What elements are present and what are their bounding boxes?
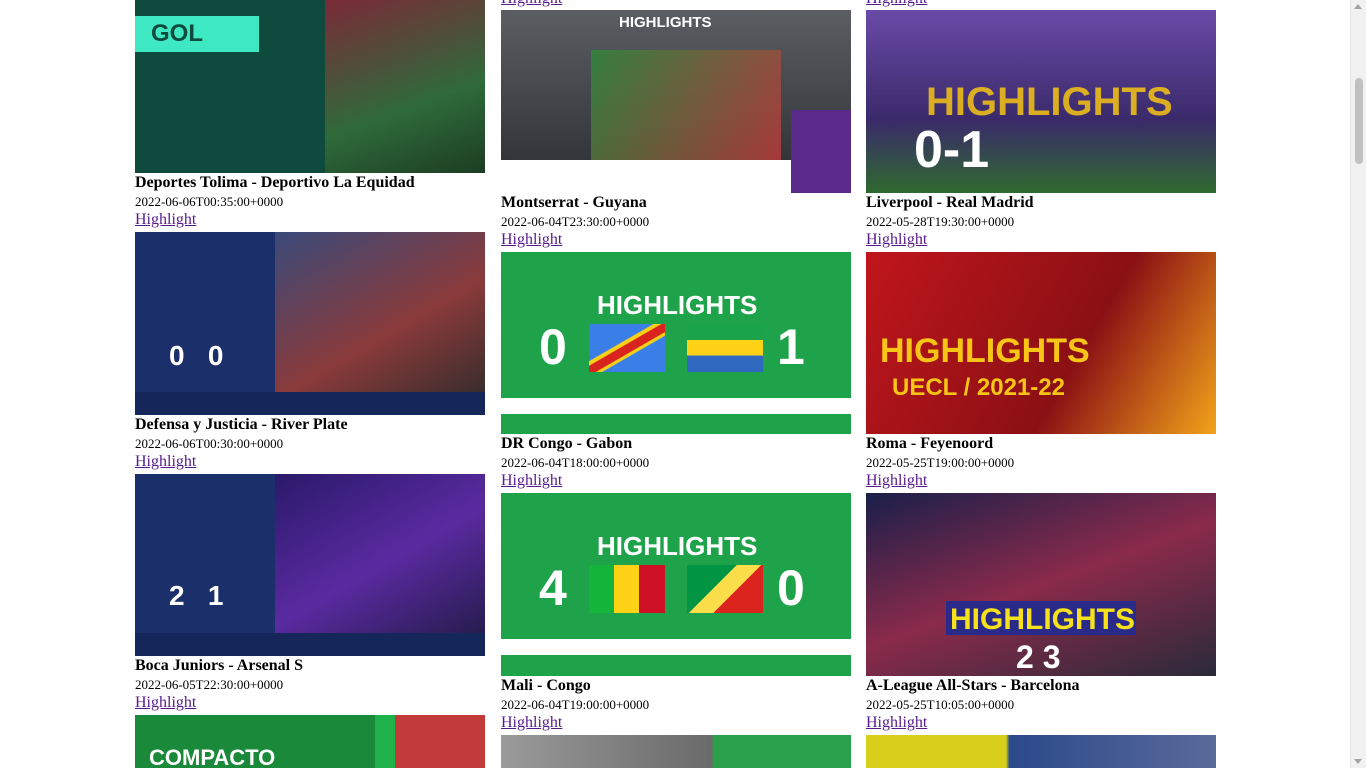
match-card: COMPACTO — [135, 715, 485, 768]
match-date: 2022-06-06T00:30:00+0000 — [135, 436, 284, 451]
match-date: 2022-06-04T19:00:00+0000 — [501, 697, 650, 712]
score-home: 0 — [539, 319, 567, 375]
score-text: 2 3 — [1016, 639, 1061, 675]
highlight-link[interactable]: Highlight — [501, 230, 851, 249]
match-card: HIGHLIGHTS 0-1 Liverpool - Real Madrid 2… — [866, 10, 1216, 249]
match-title: Defensa y Justicia - River Plate — [135, 416, 348, 433]
highlight-link[interactable]: Highlight — [866, 0, 927, 8]
match-title: Montserrat - Guyana — [501, 194, 647, 211]
match-title: A-League All-Stars - Barcelona — [866, 677, 1080, 694]
mali-flag-icon — [589, 565, 665, 613]
congo-flag-icon — [687, 565, 763, 613]
match-date: 2022-05-25T10:05:00+0000 — [866, 697, 1015, 712]
thumbnail-caption: HIGHLIGHTS — [950, 603, 1135, 636]
match-thumbnail[interactable]: HIGHLIGHTS 0-1 — [866, 10, 1216, 193]
thumbnail-caption: HIGHLIGHTS — [597, 531, 758, 561]
scroll-down-icon[interactable] — [1354, 759, 1362, 764]
match-thumbnail[interactable] — [501, 735, 851, 768]
score-home: 4 — [539, 560, 567, 616]
score-away: 1 — [777, 319, 805, 375]
match-thumbnail[interactable] — [866, 735, 1216, 768]
highlight-link[interactable]: Highlight — [135, 693, 485, 712]
thumbnail-caption: 0 0 — [169, 340, 224, 371]
match-thumbnail[interactable]: COMPACTO — [135, 715, 485, 768]
match-title: DR Congo - Gabon — [501, 435, 633, 452]
thumbnail-caption: HIGHLIGHTS — [880, 332, 1090, 370]
match-thumbnail[interactable]: HIGHLIGHTS UECL / 2021-22 — [866, 252, 1216, 434]
highlight-link[interactable]: Highlight — [135, 452, 485, 471]
score-away: 0 — [777, 560, 805, 616]
match-card: 2 1 Boca Juniors - Arsenal S 2022-06-05T… — [135, 474, 485, 712]
thumbnail-caption: GOL — [151, 20, 203, 47]
competition-label: UECL / 2021-22 — [892, 374, 1065, 401]
thumbnail-caption: 2 1 — [169, 580, 224, 611]
match-date: 2022-05-25T19:00:00+0000 — [866, 455, 1015, 470]
match-card: HIGHLIGHTS 4 0 Mali - Congo 2022-06-04T1… — [501, 493, 851, 732]
match-card: 0 0 Defensa y Justicia - River Plate 202… — [135, 232, 485, 471]
match-thumbnail[interactable]: GOL — [135, 0, 485, 173]
match-thumbnail[interactable]: HIGHLIGHTS 2 3 — [866, 493, 1216, 676]
match-title: Deportes Tolima - Deportivo La Equidad — [135, 174, 415, 191]
match-card — [866, 735, 1216, 768]
match-card: HIGHLIGHTS Montserrat - Guyana 2022-06-0… — [501, 10, 851, 249]
match-title: Boca Juniors - Arsenal S — [135, 657, 304, 674]
gabon-flag-icon — [687, 324, 763, 372]
highlight-link[interactable]: Highlight — [501, 471, 851, 490]
thumbnail-caption: HIGHLIGHTS — [597, 290, 758, 320]
thumbnail-caption: COMPACTO — [149, 745, 276, 768]
scroll-up-icon[interactable] — [1354, 4, 1362, 9]
match-card — [501, 735, 851, 768]
match-card: GOL Deportes Tolima - Deportivo La Equid… — [135, 0, 485, 229]
match-date: 2022-05-28T19:30:00+0000 — [866, 214, 1015, 229]
drc-flag-icon — [589, 324, 665, 372]
match-title: Mali - Congo — [501, 677, 591, 694]
highlight-link[interactable]: Highlight — [501, 713, 851, 732]
highlight-link[interactable]: Highlight — [866, 230, 1216, 249]
highlights-overlay-text: HIGHLIGHTS — [926, 80, 1173, 124]
match-card: HIGHLIGHTS 0 1 DR Congo - Gabon 2022-06-… — [501, 252, 851, 490]
highlight-link[interactable]: Highlight — [135, 210, 485, 229]
match-title: Roma - Feyenoord — [866, 435, 994, 452]
match-thumbnail[interactable]: HIGHLIGHTS 4 0 — [501, 493, 851, 676]
thumbnail-caption: 0-1 — [914, 121, 990, 179]
highlight-link[interactable]: Highlight — [866, 471, 1216, 490]
highlight-link[interactable]: Highlight — [501, 0, 562, 8]
match-date: 2022-06-04T23:30:00+0000 — [501, 214, 650, 229]
match-thumbnail[interactable]: HIGHLIGHTS — [501, 10, 851, 193]
match-title: Liverpool - Real Madrid — [866, 194, 1034, 211]
scrollbar-thumb[interactable] — [1355, 78, 1363, 164]
match-date: 2022-06-05T22:30:00+0000 — [135, 677, 284, 692]
match-thumbnail[interactable]: 2 1 — [135, 474, 485, 656]
match-date: 2022-06-04T18:00:00+0000 — [501, 455, 650, 470]
match-date: 2022-06-06T00:35:00+0000 — [135, 194, 284, 209]
match-card: HIGHLIGHTS 2 3 A-League All-Stars - Barc… — [866, 493, 1216, 732]
vertical-scrollbar[interactable] — [1350, 0, 1366, 768]
thumbnail-caption: HIGHLIGHTS — [619, 14, 712, 31]
match-thumbnail[interactable]: HIGHLIGHTS 0 1 — [501, 252, 851, 434]
highlight-link[interactable]: Highlight — [866, 713, 1216, 732]
match-thumbnail[interactable]: 0 0 — [135, 232, 485, 415]
match-card: HIGHLIGHTS UECL / 2021-22 Roma - Feyenoo… — [866, 252, 1216, 490]
